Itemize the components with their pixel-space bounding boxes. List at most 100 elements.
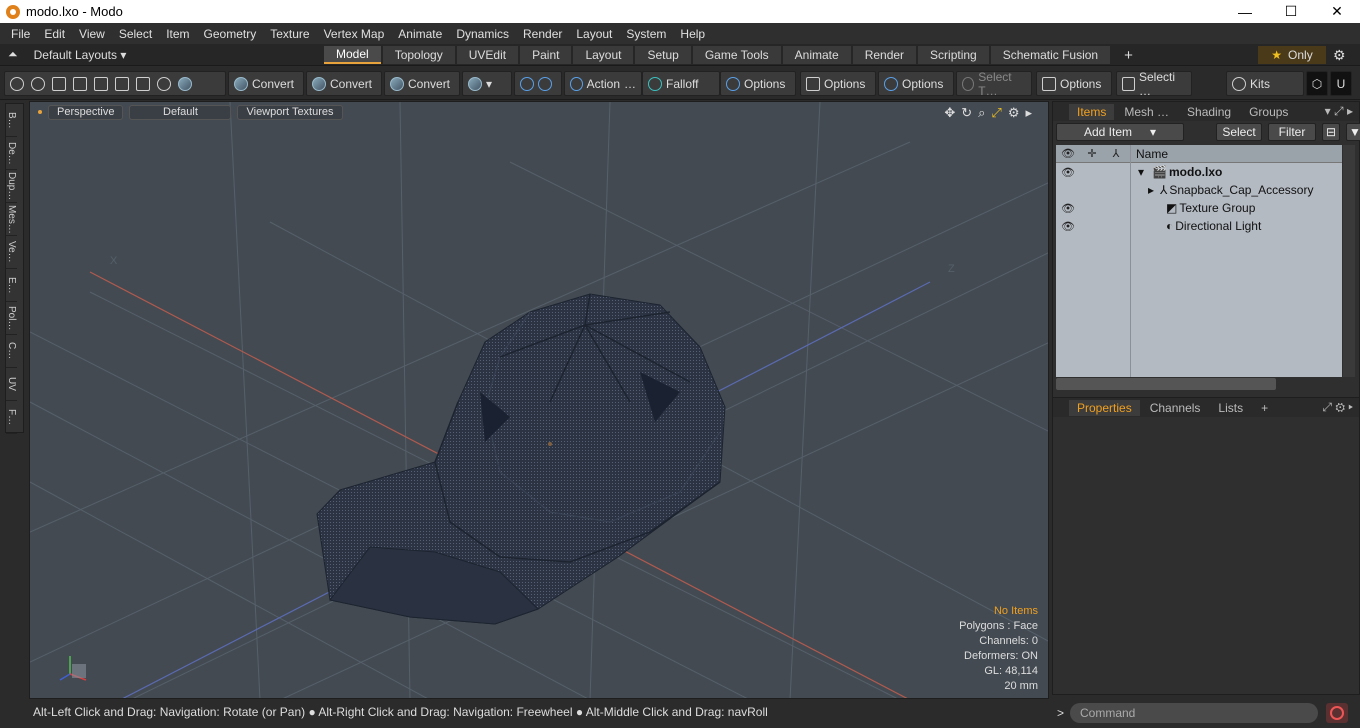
items-mode-icon[interactable] xyxy=(73,76,87,91)
collapse-icon[interactable]: ⊟ xyxy=(1322,123,1340,141)
expand-arrow-icon[interactable]: ▾ xyxy=(1138,165,1144,179)
center-mode-icon[interactable] xyxy=(136,76,150,91)
shading-style-dropdown[interactable]: Default xyxy=(129,104,232,120)
strip-tab-curve[interactable]: C… xyxy=(6,335,17,368)
maximize-button[interactable]: ☐ xyxy=(1268,0,1314,23)
list-item-texture-group[interactable]: 👁 ◩ Texture Group xyxy=(1056,199,1342,217)
menu-select[interactable]: Select xyxy=(112,27,159,41)
strip-tab-fusion[interactable]: F… xyxy=(6,401,17,434)
visibility-eye-icon[interactable]: 👁 xyxy=(1056,166,1080,179)
list-item-mesh[interactable]: ▸ ⅄ Snapback_Cap_Accessory xyxy=(1056,181,1342,199)
menu-render[interactable]: Render xyxy=(516,27,569,41)
viewport-textures-dropdown[interactable]: Viewport Textures xyxy=(237,104,343,120)
materials-mode-icon[interactable] xyxy=(94,76,108,91)
menu-help[interactable]: Help xyxy=(673,27,712,41)
auto-select-icon[interactable] xyxy=(157,76,171,91)
tab-scripting[interactable]: Scripting xyxy=(918,46,989,64)
falloff-button[interactable]: Falloff xyxy=(642,71,720,96)
zoom-icon[interactable]: ⌕ xyxy=(978,105,985,121)
tab-setup[interactable]: Setup xyxy=(635,46,691,64)
action-center-button[interactable]: Action… xyxy=(564,71,642,96)
snap-icon[interactable] xyxy=(520,76,534,91)
strip-tab-vertex[interactable]: Ve… xyxy=(6,236,17,269)
selection-sets-button[interactable]: Selecti … xyxy=(1116,70,1192,98)
menu-file[interactable]: File xyxy=(4,27,37,41)
tab-items[interactable]: Items xyxy=(1069,103,1115,120)
close-button[interactable]: ✕ xyxy=(1314,0,1360,23)
tab-paint[interactable]: Paint xyxy=(520,46,572,64)
tab-layout[interactable]: Layout xyxy=(573,46,634,64)
tab-schematic-fusion[interactable]: Schematic Fusion xyxy=(990,46,1111,64)
expand-arrow-icon[interactable]: ▸ xyxy=(1148,183,1154,197)
list-item-scene[interactable]: 👁 ▾ 🎬 modo.lxo xyxy=(1056,163,1342,181)
strip-tab-basic[interactable]: B… xyxy=(6,104,17,137)
tab-model[interactable]: Model xyxy=(324,46,381,64)
menu-view[interactable]: View xyxy=(72,27,112,41)
tab-properties[interactable]: Properties xyxy=(1069,399,1140,416)
menu-item[interactable]: Item xyxy=(159,27,196,41)
strip-tab-duplicate[interactable]: Dup… xyxy=(6,170,17,203)
workplane-icon[interactable] xyxy=(538,76,552,91)
name-column-header[interactable]: Name xyxy=(1136,147,1168,161)
strip-tab-mesh-edit[interactable]: Mes… xyxy=(6,203,17,236)
kits-button[interactable]: Kits xyxy=(1226,71,1304,96)
add-tab-button[interactable]: + xyxy=(1253,400,1276,416)
pan-icon[interactable]: ✥ xyxy=(944,105,955,121)
gear-icon[interactable]: ⚙ xyxy=(1333,47,1346,64)
tab-lists[interactable]: Lists xyxy=(1210,400,1251,416)
menu-system[interactable]: System xyxy=(619,27,673,41)
select-button[interactable]: Select xyxy=(1216,123,1262,141)
vertical-scrollbar[interactable] xyxy=(1343,145,1355,377)
horizontal-scrollbar[interactable] xyxy=(1056,378,1276,390)
visibility-column-icon[interactable]: 👁 xyxy=(1056,147,1080,160)
funnel-icon[interactable]: ▼ xyxy=(1346,123,1360,141)
tab-shading[interactable]: Shading xyxy=(1179,104,1239,120)
command-input[interactable]: Command xyxy=(1070,703,1318,723)
menu-dynamics[interactable]: Dynamics xyxy=(449,27,516,41)
options-button-4[interactable]: Options xyxy=(1036,71,1112,96)
tab-channels[interactable]: Channels xyxy=(1142,400,1209,416)
options-button-3[interactable]: Options xyxy=(878,71,954,96)
layouts-dropdown[interactable]: Default Layouts ▾ xyxy=(34,48,127,62)
menu-geometry[interactable]: Geometry xyxy=(197,27,264,41)
tab-groups[interactable]: Groups xyxy=(1241,104,1296,120)
polygons-mode-icon[interactable] xyxy=(52,76,66,91)
tab-render[interactable]: Render xyxy=(852,46,917,64)
menu-edit[interactable]: Edit xyxy=(37,27,72,41)
select-through-button[interactable]: Select T… xyxy=(956,70,1032,98)
tab-animate[interactable]: Animate xyxy=(782,46,851,64)
view-type-dropdown[interactable]: Perspective xyxy=(48,104,124,120)
strip-tab-uv[interactable]: UV xyxy=(6,368,17,401)
add-tab-button[interactable]: + xyxy=(1112,46,1145,64)
vertices-mode-icon[interactable] xyxy=(10,76,24,91)
tab-topology[interactable]: Topology xyxy=(382,46,455,64)
convert-button-2[interactable]: Convert xyxy=(306,71,382,96)
panel-menu-icon[interactable]: ▾ ⤢ ▸ xyxy=(1317,103,1359,120)
tab-uvedit[interactable]: UVEdit xyxy=(456,46,519,64)
convert-button-1[interactable]: Convert xyxy=(228,71,304,96)
menu-animate[interactable]: Animate xyxy=(391,27,449,41)
unreal-kit-button[interactable]: U xyxy=(1330,71,1352,96)
item-list[interactable]: 👁 ✛ ⅄ Name 👁 ▾ 🎬 modo.lxo ▸ ⅄ Snapback_C… xyxy=(1056,145,1342,377)
panel-menu-icon[interactable]: ⤢ ⚙ ▸ xyxy=(1314,399,1359,416)
3d-viewport[interactable]: Perspective Default Viewport Textures ✥ … xyxy=(29,101,1049,699)
maximize-viewport-icon[interactable]: ⤢ xyxy=(991,105,1001,121)
pivot-mode-icon[interactable] xyxy=(115,76,129,91)
unity-kit-button[interactable]: ⬡ xyxy=(1306,71,1328,96)
viewport-settings-icon[interactable]: ⚙ xyxy=(1008,105,1020,121)
menu-layout[interactable]: Layout xyxy=(569,27,619,41)
lock-column-icon[interactable]: ✛ xyxy=(1080,147,1104,160)
strip-tab-polygon[interactable]: Pol… xyxy=(6,302,17,335)
edges-mode-icon[interactable] xyxy=(31,76,45,91)
symmetry-dropdown[interactable]: ▾ xyxy=(462,71,512,96)
strip-tab-deform[interactable]: De… xyxy=(6,137,17,170)
menu-vertex-map[interactable]: Vertex Map xyxy=(317,27,392,41)
strip-tab-edge[interactable]: E… xyxy=(6,269,17,302)
menu-texture[interactable]: Texture xyxy=(263,27,316,41)
list-item-light[interactable]: 👁 ◐ Directional Light xyxy=(1056,217,1342,235)
only-toggle[interactable]: ★ Only xyxy=(1258,46,1326,64)
layout-arrow-icon[interactable]: ⏶ xyxy=(8,47,18,62)
rotate-icon[interactable]: ↻ xyxy=(961,105,972,121)
tab-mesh[interactable]: Mesh … xyxy=(1116,104,1177,120)
options-button-2[interactable]: Options xyxy=(800,71,876,96)
